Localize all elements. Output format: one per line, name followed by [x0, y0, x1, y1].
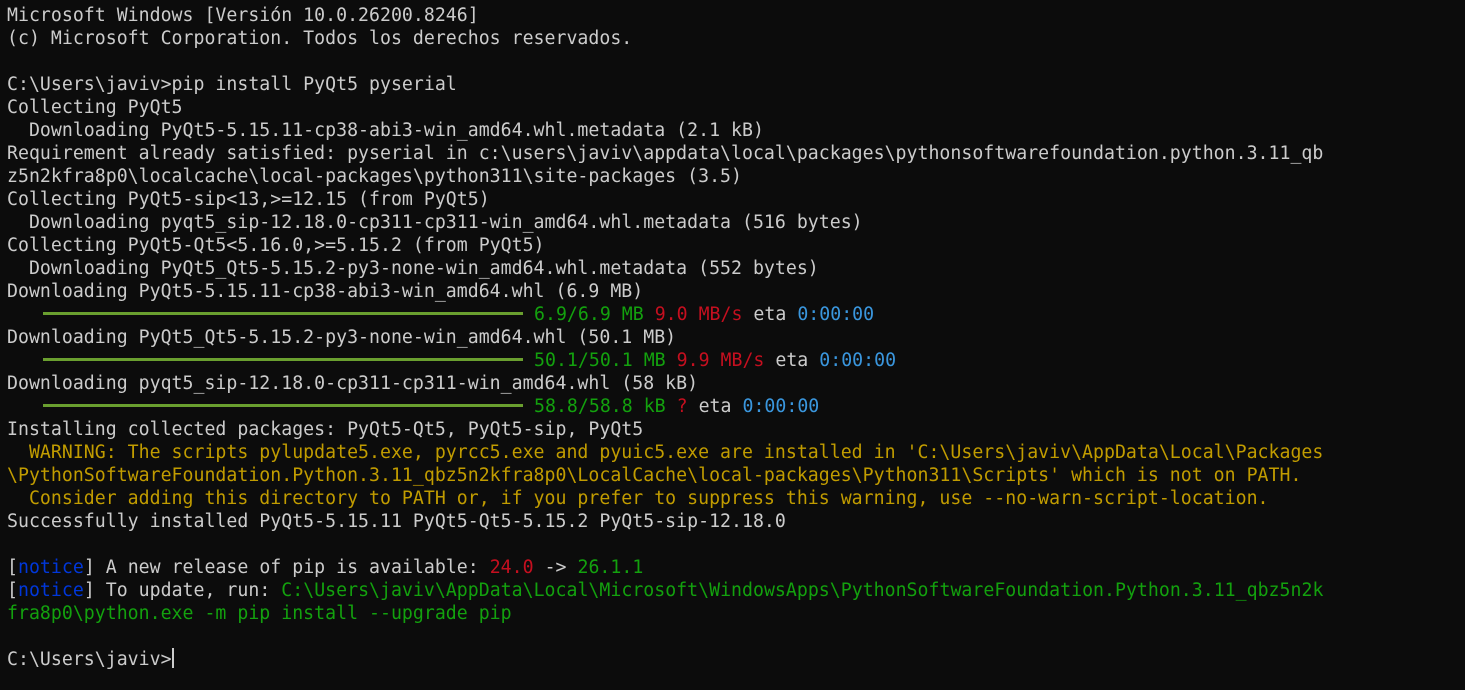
- terminal-text: Downloading PyQt5_Qt5-5.15.2-py3-none-wi…: [7, 327, 677, 348]
- terminal-line: Collecting PyQt5: [7, 96, 1462, 119]
- terminal-text: C:\Users\javiv\AppData\Local\Microsoft\W…: [281, 580, 1324, 601]
- text-cursor: [171, 648, 174, 668]
- terminal-line: [notice] A new release of pip is availab…: [7, 556, 1462, 579]
- terminal-text: 0:00:00: [797, 304, 875, 325]
- progress-bar: [43, 311, 523, 315]
- terminal-text: Downloading pyqt5_sip-12.18.0-cp311-cp31…: [7, 373, 699, 394]
- terminal-text: 24.0: [489, 557, 534, 578]
- terminal-text: ->: [533, 557, 578, 578]
- terminal-text: notice: [17, 580, 84, 601]
- terminal-line: Consider adding this directory to PATH o…: [7, 487, 1462, 510]
- terminal-line: z5n2kfra8p0\localcache\local-packages\py…: [7, 165, 1462, 188]
- terminal-text: Consider adding this directory to PATH o…: [7, 488, 1269, 509]
- terminal-text: eta: [742, 304, 798, 325]
- terminal-line: Downloading PyQt5_Qt5-5.15.2-py3-none-wi…: [7, 257, 1462, 280]
- terminal-text: Downloading PyQt5-5.15.11-cp38-abi3-win_…: [7, 120, 764, 141]
- terminal-text: z5n2kfra8p0\localcache\local-packages\py…: [7, 166, 742, 187]
- terminal-text: C:\Users\javiv>: [7, 649, 172, 670]
- terminal-text: 6.9/6.9 MB: [534, 304, 644, 325]
- terminal-text: (c) Microsoft Corporation. Todos los der…: [7, 28, 633, 49]
- terminal-text: Collecting PyQt5: [7, 97, 183, 118]
- terminal-line: Collecting PyQt5-Qt5<5.16.0,>=5.15.2 (fr…: [7, 234, 1462, 257]
- terminal-line: Installing collected packages: PyQt5-Qt5…: [7, 418, 1462, 441]
- progress-bar: [43, 357, 523, 361]
- terminal-text: ] A new release of pip is available:: [83, 557, 490, 578]
- terminal-text: fra8p0\python.exe -m pip install --upgra…: [7, 603, 512, 624]
- terminal-line: [notice] To update, run: C:\Users\javiv\…: [7, 579, 1462, 602]
- terminal-line: Collecting PyQt5-sip<13,>=12.15 (from Py…: [7, 188, 1462, 211]
- terminal-line: Requirement already satisfied: pyserial …: [7, 142, 1462, 165]
- terminal-line: (c) Microsoft Corporation. Todos los der…: [7, 27, 1462, 50]
- terminal-text: \PythonSoftwareFoundation.Python.3.11_qb…: [7, 465, 1302, 486]
- progress-line: 50.1/50.1 MB 9.9 MB/s eta 0:00:00: [7, 349, 1462, 372]
- terminal-text: Microsoft Windows [Versión 10.0.26200.82…: [7, 5, 479, 26]
- terminal-text: Installing collected packages: PyQt5-Qt5…: [7, 419, 644, 440]
- terminal-text: notice: [17, 557, 84, 578]
- terminal-text: eta: [764, 350, 820, 371]
- terminal-text: 0:00:00: [819, 350, 897, 371]
- terminal-line: \PythonSoftwareFoundation.Python.3.11_qb…: [7, 464, 1462, 487]
- terminal-text: 26.1.1: [577, 557, 644, 578]
- progress-line: 6.9/6.9 MB 9.0 MB/s eta 0:00:00: [7, 303, 1462, 326]
- progress-bar: [43, 403, 523, 407]
- terminal-line: Microsoft Windows [Versión 10.0.26200.82…: [7, 4, 1462, 27]
- terminal-text: Downloading PyQt5-5.15.11-cp38-abi3-win_…: [7, 281, 644, 302]
- terminal-line: Downloading pyqt5_sip-12.18.0-cp311-cp31…: [7, 211, 1462, 234]
- terminal-text: [: [7, 580, 18, 601]
- terminal-text: 9.9 MB/s: [676, 350, 765, 371]
- terminal-line: Downloading PyQt5-5.15.11-cp38-abi3-win_…: [7, 280, 1462, 303]
- terminal-line: C:\Users\javiv>pip install PyQt5 pyseria…: [7, 73, 1462, 96]
- terminal-text: ?: [676, 396, 688, 417]
- terminal-text: WARNING: The scripts pylupdate5.exe, pyr…: [7, 442, 1324, 463]
- terminal-text: Downloading PyQt5_Qt5-5.15.2-py3-none-wi…: [7, 258, 819, 279]
- terminal-text: ] To update, run:: [83, 580, 282, 601]
- terminal-text: Collecting PyQt5-Qt5<5.16.0,>=5.15.2 (fr…: [7, 235, 545, 256]
- terminal-output[interactable]: Microsoft Windows [Versión 10.0.26200.82…: [7, 4, 1462, 688]
- terminal-text: C:\Users\javiv>pip install PyQt5 pyseria…: [7, 74, 457, 95]
- terminal-text: Successfully installed PyQt5-5.15.11 PyQ…: [7, 511, 786, 532]
- terminal-line: fra8p0\python.exe -m pip install --upgra…: [7, 602, 1462, 625]
- progress-line: 58.8/58.8 kB ? eta 0:00:00: [7, 395, 1462, 418]
- terminal-text: Requirement already satisfied: pyserial …: [7, 143, 1324, 164]
- terminal-line: Downloading PyQt5_Qt5-5.15.2-py3-none-wi…: [7, 326, 1462, 349]
- terminal-text: Collecting PyQt5-sip<13,>=12.15 (from Py…: [7, 189, 490, 210]
- terminal-text: Downloading pyqt5_sip-12.18.0-cp311-cp31…: [7, 212, 863, 233]
- terminal-line: WARNING: The scripts pylupdate5.exe, pyr…: [7, 441, 1462, 464]
- command-prompt-line: C:\Users\javiv>: [7, 648, 1462, 671]
- terminal-text: 9.0 MB/s: [654, 304, 743, 325]
- terminal-line: Downloading PyQt5-5.15.11-cp38-abi3-win_…: [7, 119, 1462, 142]
- terminal-text: [: [7, 557, 18, 578]
- terminal-line: Successfully installed PyQt5-5.15.11 PyQ…: [7, 510, 1462, 533]
- terminal-line: Downloading pyqt5_sip-12.18.0-cp311-cp31…: [7, 372, 1462, 395]
- terminal-text: 0:00:00: [742, 396, 820, 417]
- terminal-text: 58.8/58.8 kB: [534, 396, 666, 417]
- terminal-text: 50.1/50.1 MB: [534, 350, 666, 371]
- terminal-text: eta: [687, 396, 743, 417]
